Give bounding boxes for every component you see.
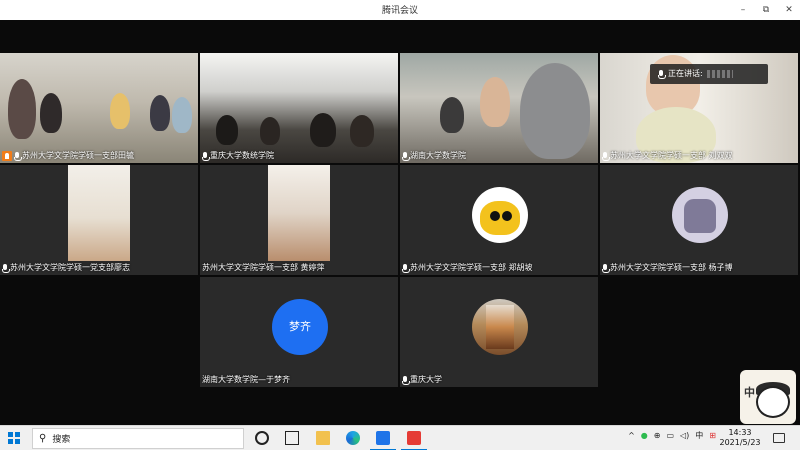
title-bar: 腾讯会议 – ⧉ ✕ [0,0,800,20]
participant-name: 苏州大学文学院学硕一支部田毓 [22,151,134,160]
file-explorer-icon[interactable] [316,431,330,445]
participant-name: 苏州大学文学院学硕一支部 郑胡坡 [410,263,533,272]
participant-name: 重庆大学数统学院 [210,151,274,160]
participant-tile[interactable]: 重庆大学数统学院 [200,53,398,163]
lilac-animal-avatar [672,187,728,243]
search-placeholder: 搜索 [52,435,71,445]
task-view-icon[interactable] [285,431,299,445]
participant-name: 苏州大学文学院学硕一支部 黄婷萍 [202,263,325,272]
microphone-icon [658,70,666,79]
tray-volume-icon[interactable]: ◁) [680,431,689,440]
system-clock[interactable]: 14:33 2021/5/23 [718,428,762,448]
participant-tile[interactable]: 苏州大学文学院学硕一党支部廖志 [0,165,198,275]
taskbar-search[interactable]: ⚲ 搜索 [32,428,244,449]
window-title: 腾讯会议 [381,6,418,16]
microphone-icon [202,152,210,161]
clock-time: 14:33 [728,428,752,437]
microphone-icon [402,152,410,161]
tray-app-icon[interactable]: ⊞ [709,431,716,440]
video-feed [268,165,330,261]
microphone-icon [602,152,610,161]
participant-tile[interactable]: 重庆大学 [400,277,598,387]
microphone-icon [602,264,610,273]
participant-tile[interactable]: 湖南大学数学院 [400,53,598,163]
maximize-button[interactable]: ⧉ [756,2,776,18]
participant-tile[interactable]: 梦齐 湖南大学数学院—于梦齐 [200,277,398,387]
system-tray: ^ ● ⊕ ▭ ◁) 中 ⊞ [628,430,716,441]
participant-name: 苏州大学文学院学硕一支部 杨子博 [610,263,733,272]
taskbar: ⚲ 搜索 ^ ● ⊕ ▭ ◁) 中 ⊞ 14:33 2021/5/23 [0,425,800,450]
participant-name: 重庆大学 [410,375,442,384]
tray-ime-icon[interactable]: 中 [695,430,703,441]
floating-sticker[interactable]: 中 [740,370,796,424]
search-icon: ⚲ [39,433,47,444]
clock-date: 2021/5/23 [719,438,761,447]
tray-chevron-icon[interactable]: ^ [628,431,635,440]
video-grid: 苏州大学文学院学硕一支部田毓 重庆大学数统学院 湖南大学数学院 苏州大学文学院学… [0,20,800,425]
speaker-name-redacted [706,70,733,78]
speaking-label: 正在讲话: [668,69,703,78]
participant-tile[interactable]: 苏州大学文学院学硕一支部 郑胡坡 [400,165,598,275]
speaking-indicator: 正在讲话: [650,64,768,84]
microphone-icon [2,264,10,273]
edge-browser-icon[interactable] [346,431,360,445]
sticker-char: 中 [744,386,755,399]
microphone-icon [402,376,410,385]
close-button[interactable]: ✕ [779,2,799,18]
participant-name: 湖南大学数学院 [410,151,466,160]
minimize-button[interactable]: – [733,2,753,18]
video-feed [68,165,130,261]
tray-battery-icon[interactable]: ▭ [666,431,674,440]
yellow-robot-avatar [472,187,528,243]
host-icon [2,151,12,161]
wps-office-icon[interactable] [407,431,421,445]
notification-center-icon[interactable] [773,433,785,443]
participant-tile[interactable]: 苏州大学文学院学硕一支部 黄婷萍 [200,165,398,275]
participant-tile[interactable]: 苏州大学文学院学硕一支部 杨子博 [600,165,798,275]
participant-name: 苏州大学文学院学硕一党支部廖志 [10,263,130,272]
participant-tile[interactable]: 苏州大学文学院学硕一支部田毓 [0,53,198,163]
windows-start-icon[interactable] [8,432,20,444]
microphone-icon [14,152,22,161]
cortana-icon[interactable] [255,431,269,445]
tray-wechat-icon[interactable]: ● [641,431,648,440]
microphone-icon [402,264,410,273]
participant-name: 苏州大学文学院学硕一支部 刘双双 [610,151,733,160]
tencent-meeting-icon[interactable] [376,431,390,445]
tray-network-icon[interactable]: ⊕ [654,431,661,440]
text-avatar: 梦齐 [272,299,328,355]
book-cover-avatar [472,299,528,355]
participant-name: 湖南大学数学院—于梦齐 [202,375,290,384]
